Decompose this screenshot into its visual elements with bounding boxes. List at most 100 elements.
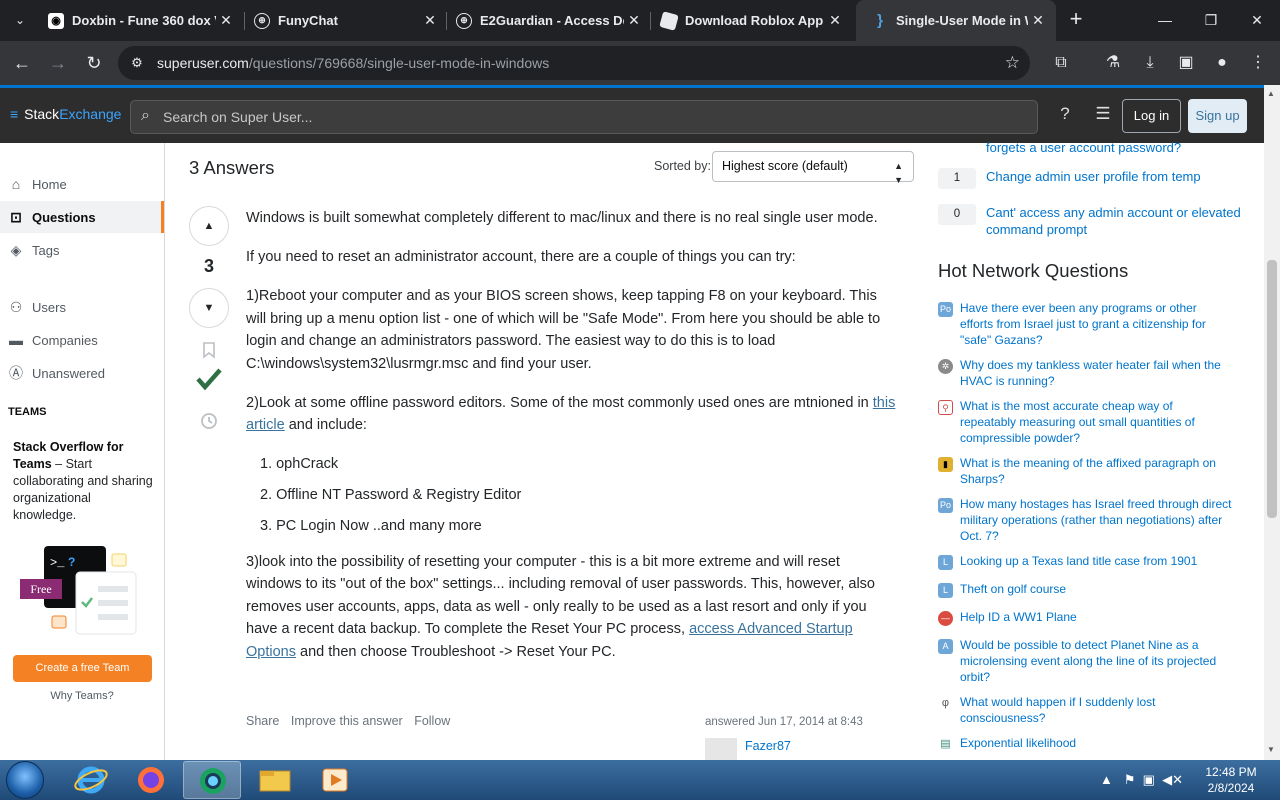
create-team-button[interactable]: Create a free Team (13, 655, 152, 682)
browser-tab-strip: ⌄ ◉ Doxbin - Fune 360 dox V ✕ ⊕ FunyChat… (0, 0, 1280, 41)
hnq-link[interactable]: Exponential likelihood (960, 736, 1232, 752)
close-tab-icon[interactable]: ✕ (420, 12, 440, 29)
diy-site-icon: ✲ (938, 359, 953, 374)
search-input[interactable] (163, 107, 1023, 127)
teams-section-label: TEAMS (8, 406, 47, 418)
search-icon: ⌕ (141, 107, 150, 124)
close-tab-icon[interactable]: ✕ (624, 12, 644, 29)
network-icon[interactable]: ▣ (1143, 772, 1155, 787)
nav-questions[interactable]: ⊡ Questions (0, 201, 164, 233)
taskbar-media-player-icon[interactable] (306, 761, 364, 799)
hnq-link[interactable]: What is the most accurate cheap way of r… (960, 399, 1232, 446)
answer-author-link[interactable]: Fazer87 (745, 739, 791, 753)
improve-answer-link[interactable]: Improve this answer (291, 714, 403, 728)
new-tab-button[interactable]: + (1064, 8, 1088, 32)
accepted-checkmark-icon (196, 368, 222, 391)
site-search-box[interactable]: ⌕ (130, 100, 1038, 134)
hnq-link[interactable]: What would happen if I suddenly lost con… (960, 695, 1232, 727)
system-tray[interactable]: ▲ ⚑ ▣ ◀✕ (1100, 772, 1183, 788)
nav-tags[interactable]: ◈ Tags (0, 234, 164, 266)
law-site-icon: ▮ (938, 457, 953, 472)
share-link[interactable]: Share (246, 714, 279, 728)
bookmark-icon[interactable] (200, 341, 218, 359)
hnq-link[interactable]: Theft on golf course (960, 582, 1232, 598)
labs-flask-icon[interactable]: ⚗ (1099, 49, 1127, 77)
tray-expand-icon[interactable]: ▲ (1100, 772, 1113, 787)
close-tab-icon[interactable]: ✕ (1028, 12, 1048, 29)
taskbar-firefox-icon[interactable] (122, 761, 180, 799)
close-window-icon[interactable]: ✕ (1234, 0, 1280, 41)
browser-tab[interactable]: ⊕ FunyChat ✕ (238, 4, 448, 37)
sort-select[interactable]: Highest score (default) ▲ ▼ (712, 151, 914, 185)
downvote-button[interactable]: ▼ (189, 288, 229, 328)
linked-question-title[interactable]: Change admin user profile from temp (986, 168, 1241, 185)
site-info-icon[interactable]: ⚙ (128, 54, 146, 72)
back-icon[interactable]: ← (8, 49, 36, 77)
close-tab-icon[interactable]: ✕ (825, 12, 845, 29)
sort-label: Sorted by: (654, 159, 711, 173)
linked-question-title[interactable]: forgets a user account password? (986, 139, 1241, 156)
answer-paragraph: 3)look into the possibility of resetting… (246, 551, 898, 664)
why-teams-link[interactable]: Why Teams? (0, 690, 164, 702)
upvote-button[interactable]: ▲ (189, 206, 229, 246)
hnq-link[interactable]: Why does my tankless water heater fail w… (960, 358, 1232, 390)
hnq-link[interactable]: What is the meaning of the affixed parag… (960, 456, 1232, 488)
nav-home[interactable]: ⌂ Home (0, 168, 164, 200)
browser-tab[interactable]: ⊕ E2Guardian - Access Der ✕ (440, 4, 652, 37)
site-switcher-icon[interactable]: ☰ (1091, 104, 1115, 124)
history-icon[interactable] (199, 411, 219, 431)
reload-icon[interactable]: ↻ (80, 49, 108, 77)
nav-unanswered[interactable]: Ⓐ Unanswered (0, 357, 164, 389)
login-button[interactable]: Log in (1122, 99, 1181, 133)
browser-tab[interactable]: ◉ Doxbin - Fune 360 dox V ✕ (32, 4, 244, 37)
help-icon[interactable]: ? (1053, 104, 1077, 124)
nav-users[interactable]: ⚇ Users (0, 291, 164, 323)
scroll-up-icon[interactable]: ▲ (1267, 89, 1275, 98)
taskbar-clock[interactable]: 12:48 PM 2/8/2024 (1196, 764, 1266, 796)
taskbar-ie-icon[interactable] (62, 761, 120, 799)
tab-title: Doxbin - Fune 360 dox V (72, 13, 216, 28)
globe-icon: ⊕ (456, 12, 472, 29)
browser-menu-icon[interactable]: ⋮ (1244, 49, 1272, 77)
hnq-link[interactable]: Would be possible to detect Planet Nine … (960, 638, 1232, 685)
hnq-link[interactable]: How many hostages has Israel freed throu… (960, 497, 1232, 544)
side-panel-icon[interactable]: ▣ (1172, 49, 1200, 77)
nav-companies[interactable]: ▬ Companies (0, 324, 164, 356)
linked-question-title[interactable]: Cant' access any admin account or elevat… (986, 204, 1241, 238)
forward-icon[interactable]: → (44, 49, 72, 77)
url-text[interactable]: superuser.com/questions/769668/single-us… (157, 55, 549, 71)
taskbar-chrome-icon[interactable] (183, 761, 241, 799)
hnq-link[interactable]: Looking up a Texas land title case from … (960, 554, 1232, 570)
hnq-link[interactable]: Have there ever been any programs or oth… (960, 301, 1232, 348)
profile-avatar-icon[interactable]: ● (1208, 49, 1236, 77)
answer-paragraph: 2)Look at some offline password editors.… (246, 392, 898, 437)
bookmark-star-icon[interactable]: ☆ (1005, 53, 1020, 73)
svg-text:>_: >_ (50, 556, 65, 570)
address-bar[interactable]: ⚙ superuser.com/questions/769668/single-… (118, 46, 1030, 80)
page-scrollbar[interactable]: ▲ ▼ (1264, 85, 1280, 760)
extensions-icon[interactable]: ⧉ (1047, 49, 1075, 77)
close-tab-icon[interactable]: ✕ (216, 12, 236, 29)
scrollbar-thumb[interactable] (1267, 260, 1277, 518)
list-item: 1. ophCrack (260, 456, 339, 472)
tab-search-icon[interactable]: ⌄ (8, 8, 32, 32)
download-icon[interactable]: ⤓ (1136, 49, 1164, 77)
browser-tab[interactable]: Download Roblox App ✕ (645, 4, 853, 37)
signup-button[interactable]: Sign up (1188, 99, 1247, 133)
scroll-down-icon[interactable]: ▼ (1267, 745, 1275, 754)
minimize-icon[interactable]: — (1142, 0, 1188, 41)
answered-timestamp: answered Jun 17, 2014 at 8:43 (705, 716, 863, 728)
follow-link[interactable]: Follow (414, 714, 450, 728)
politics-site-icon: Po (938, 498, 953, 513)
browser-tab-active[interactable]: } Single-User Mode in Wi ✕ (856, 0, 1056, 41)
action-center-flag-icon[interactable]: ⚑ (1124, 772, 1136, 787)
logo-text-accent: Exchange (59, 106, 122, 122)
taskbar-explorer-icon[interactable] (246, 761, 304, 799)
volume-muted-icon[interactable]: ◀✕ (1162, 772, 1183, 787)
avatar[interactable] (705, 738, 737, 760)
list-item: 2. Offline NT Password & Registry Editor (260, 487, 522, 503)
stackexchange-logo[interactable]: ≡ StackExchange (10, 106, 121, 122)
restore-icon[interactable]: ❐ (1188, 0, 1234, 41)
hnq-link[interactable]: Help ID a WW1 Plane (960, 610, 1232, 626)
start-button[interactable] (6, 761, 44, 799)
